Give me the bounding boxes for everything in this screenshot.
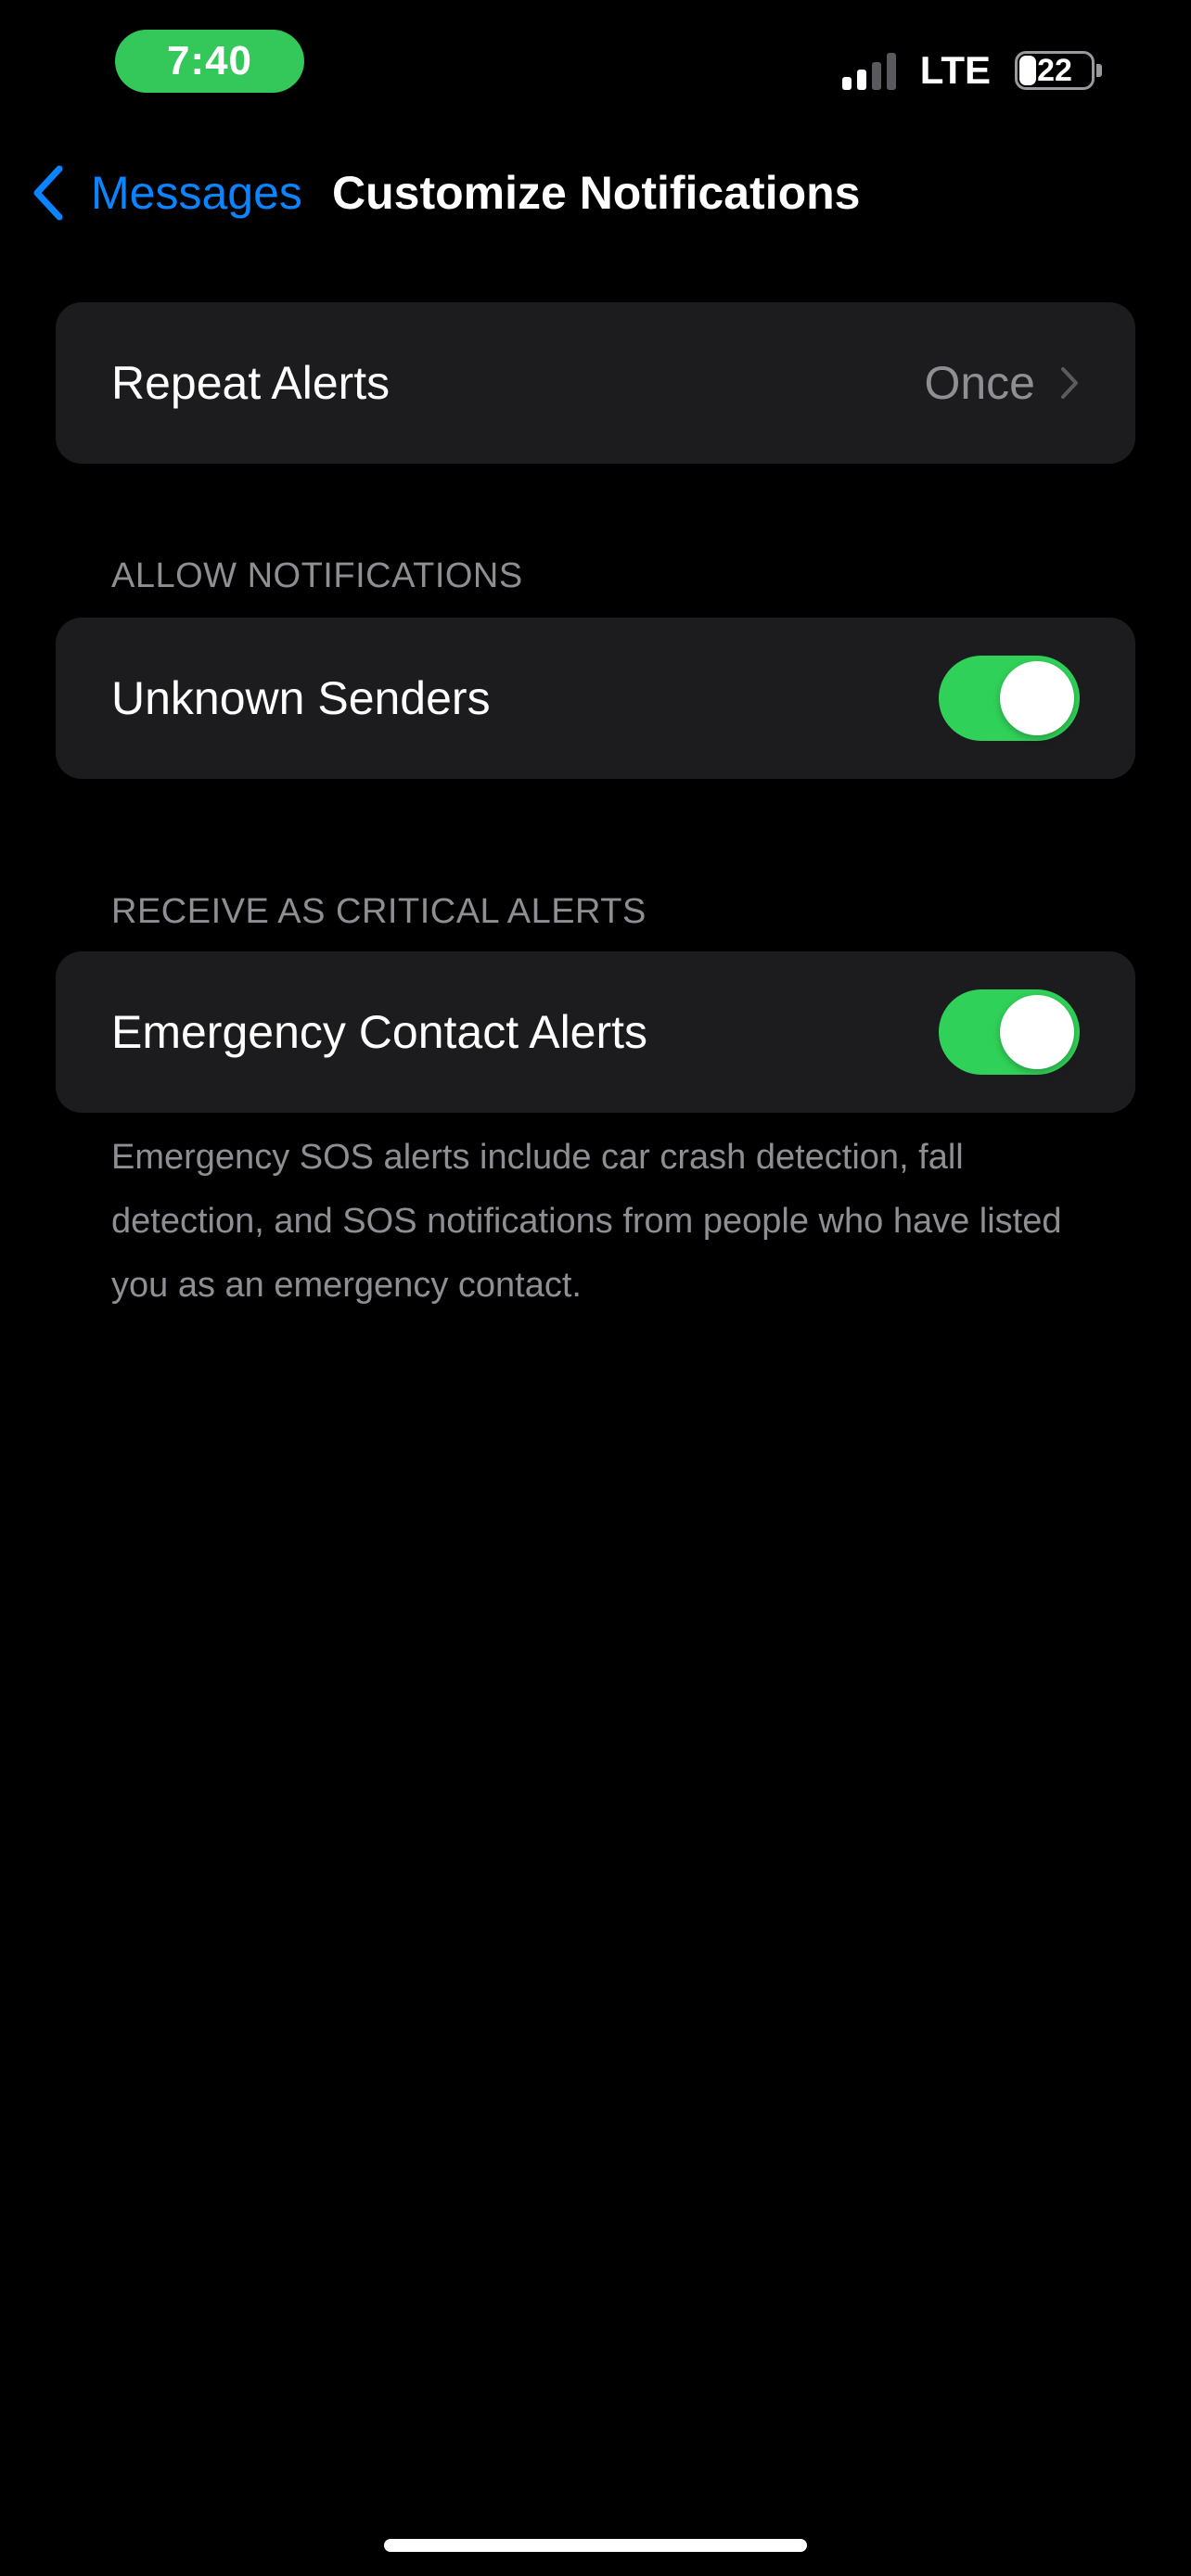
emergency-contact-alerts-label: Emergency Contact Alerts [111, 1006, 648, 1058]
status-time[interactable]: 7:40 [115, 30, 304, 93]
chevron-left-icon [32, 165, 65, 221]
status-indicators: LTE 22 [841, 46, 1102, 95]
status-bar: 7:40 LTE 22 [0, 0, 1191, 130]
page-title: Customize Notifications [332, 167, 861, 219]
cellular-signal-icon [841, 51, 896, 90]
emergency-contact-alerts-row: Emergency Contact Alerts [56, 951, 1135, 1113]
critical-alerts-header: RECEIVE AS CRITICAL ALERTS [111, 892, 647, 931]
repeat-alerts-row[interactable]: Repeat Alerts Once [56, 302, 1135, 464]
navigation-bar: Messages Customize Notifications [0, 148, 1191, 237]
unknown-senders-label: Unknown Senders [111, 672, 491, 724]
unknown-senders-toggle[interactable] [939, 656, 1080, 741]
emergency-contact-alerts-toggle[interactable] [939, 989, 1080, 1075]
chevron-right-icon [1059, 366, 1080, 400]
repeat-alerts-label: Repeat Alerts [111, 357, 391, 409]
critical-alerts-footer: Emergency SOS alerts include car crash d… [111, 1138, 1062, 1305]
battery-icon: 22 [1015, 51, 1095, 90]
home-indicator[interactable] [384, 2539, 807, 2552]
toggle-knob [1000, 661, 1074, 735]
repeat-alerts-value-group: Once [924, 356, 1080, 410]
network-type: LTE [919, 48, 991, 92]
battery-tip [1096, 64, 1102, 77]
back-button-label: Messages [91, 167, 302, 219]
repeat-alerts-value: Once [924, 357, 1035, 409]
unknown-senders-row: Unknown Senders [56, 618, 1135, 779]
battery-level: 22 [1037, 52, 1072, 88]
allow-notifications-header: ALLOW NOTIFICATIONS [111, 556, 523, 595]
toggle-knob [1000, 995, 1074, 1069]
back-button[interactable]: Messages [32, 159, 302, 226]
